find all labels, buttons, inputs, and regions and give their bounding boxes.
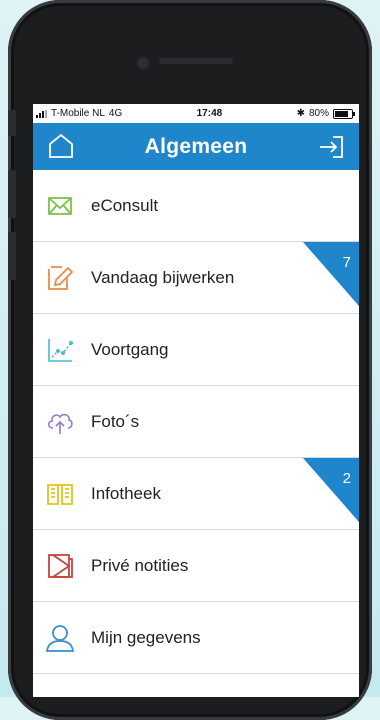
menu-item-label: Mijn gegevens <box>91 627 201 647</box>
menu-list: eConsult Vandaag bijwerken 7 Voortgang Foto´… <box>33 170 359 674</box>
app-header: Algemeen <box>33 123 359 170</box>
signal-icon <box>36 109 47 118</box>
open-book-icon <box>43 477 77 511</box>
badge-count: 2 <box>342 470 351 487</box>
home-icon[interactable] <box>47 132 75 165</box>
menu-item-econsult[interactable]: eConsult <box>33 170 359 242</box>
status-bar: T-Mobile NL 4G 17:48 ✱ 80% <box>33 104 359 123</box>
carrier-name: T-Mobile NL <box>51 108 105 119</box>
envelope-icon <box>43 189 77 223</box>
user-icon <box>43 621 77 655</box>
earpiece-speaker <box>159 58 233 64</box>
volume-up-button <box>8 170 16 218</box>
front-camera <box>138 58 148 68</box>
volume-down-button <box>8 232 16 280</box>
cloud-upload-icon <box>43 405 77 439</box>
menu-item-infotheek[interactable]: Infotheek 2 <box>33 458 359 530</box>
chart-line-icon <box>43 333 77 367</box>
notes-icon <box>43 549 77 583</box>
pencil-square-icon <box>43 261 77 295</box>
menu-item-label: Vandaag bijwerken <box>91 267 235 287</box>
menu-item-foto-s[interactable]: Foto´s <box>33 386 359 458</box>
clock: 17:48 <box>196 108 223 119</box>
mute-switch <box>8 110 16 136</box>
menu-item-label: Infotheek <box>91 483 161 503</box>
menu-item-label: Foto´s <box>91 411 140 431</box>
menu-item-label: Privé notities <box>91 555 189 575</box>
battery-percent: 80% <box>308 108 329 119</box>
logout-icon[interactable] <box>317 133 345 166</box>
menu-item-voortgang[interactable]: Voortgang <box>33 314 359 386</box>
page-title: Algemeen <box>144 134 248 158</box>
notification-badge <box>303 458 359 522</box>
battery-icon <box>332 108 355 119</box>
network-type: 4G <box>108 108 123 119</box>
menu-item-label: eConsult <box>91 195 159 215</box>
bluetooth-icon: ✱ <box>296 108 305 119</box>
menu-item-mijn-gegevens[interactable]: Mijn gegevens <box>33 602 359 674</box>
app-screen: T-Mobile NL 4G 17:48 ✱ 80% Algemeen eCon… <box>33 104 359 697</box>
menu-item-vandaag-bijwerken[interactable]: Vandaag bijwerken 7 <box>33 242 359 314</box>
notification-badge <box>303 242 359 306</box>
badge-count: 7 <box>342 254 351 271</box>
menu-item-label: Voortgang <box>91 339 169 359</box>
menu-item-priv-notities[interactable]: Privé notities <box>33 530 359 602</box>
